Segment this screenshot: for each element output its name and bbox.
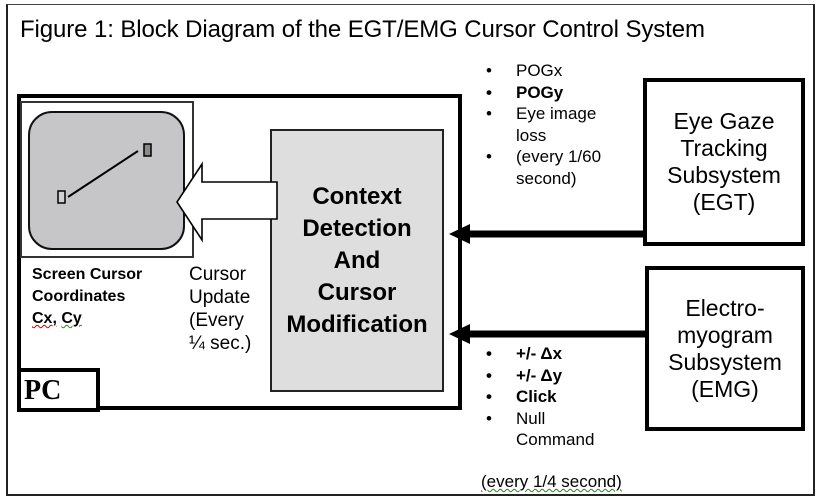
cursor-end-marker <box>143 143 152 157</box>
cursor-start-marker <box>57 190 66 204</box>
diagram-connectors <box>57 143 645 344</box>
cursor-path-line <box>67 150 139 198</box>
cursor-update-arrow <box>176 161 278 243</box>
emg-arrow-head <box>449 324 470 344</box>
egt-arrow-head <box>449 224 470 244</box>
